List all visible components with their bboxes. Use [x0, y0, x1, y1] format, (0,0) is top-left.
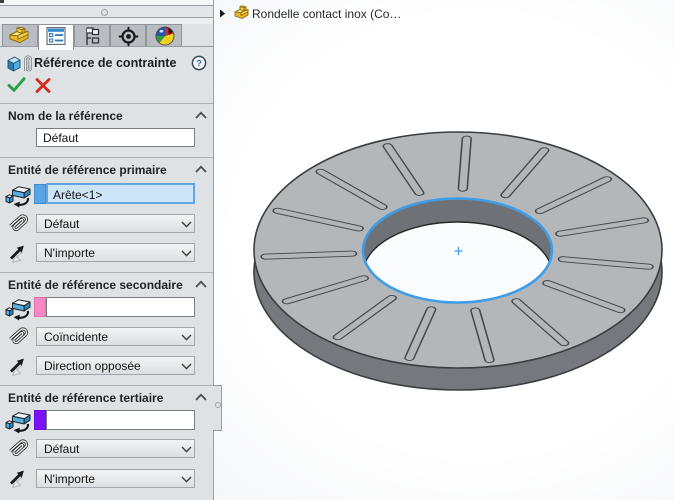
svg-text:?: ? [196, 58, 202, 69]
